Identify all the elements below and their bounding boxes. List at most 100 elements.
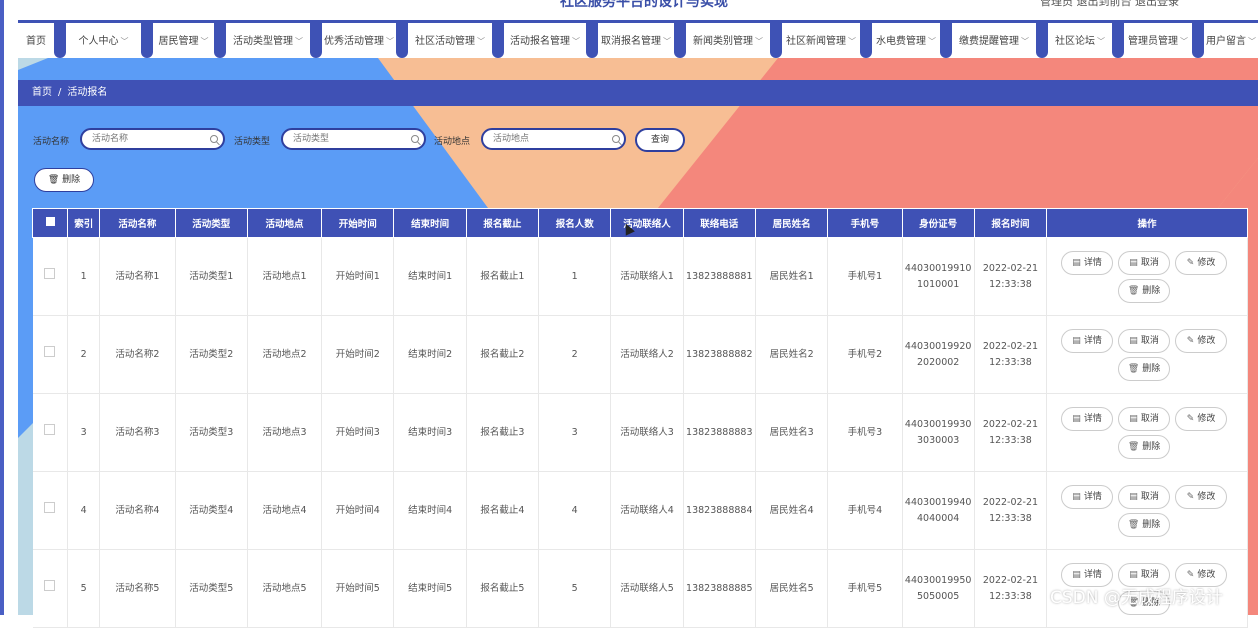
table-cell: 报名截止5 (466, 549, 540, 628)
table-cell: 结束时间5 (393, 549, 467, 628)
document-icon: ▤ (1129, 491, 1138, 502)
detail-button[interactable]: ▤ 详情 (1061, 406, 1114, 431)
table-cell: 2022-02-21 12:33:38 (974, 315, 1048, 394)
table-cell: 开始时间1 (321, 237, 395, 316)
delete-button[interactable]: 🗑 删除 (1118, 512, 1171, 537)
activity-type-input[interactable] (281, 128, 426, 150)
cancel-button[interactable]: ▤ 取消 (1118, 406, 1171, 431)
table-cell: 2022-02-21 12:33:38 (974, 393, 1048, 472)
nav-item-activity-types[interactable]: 活动类型管理 ﹀ (226, 26, 310, 58)
top-right-links[interactable]: 管理员 退出到前台 退出登录 (1040, 0, 1179, 9)
table-cell: 居民姓名1 (755, 237, 829, 316)
activity-type-label: 活动类型 (234, 137, 271, 147)
edit-button[interactable]: ✎ 修改 (1175, 328, 1228, 353)
chevron-down-icon: ﹀ (200, 37, 209, 46)
cancel-button[interactable]: ▤ 取消 (1118, 250, 1171, 275)
activity-place-input[interactable] (481, 128, 626, 150)
cancel-button[interactable]: ▤ 取消 (1118, 484, 1171, 509)
row-checkbox[interactable] (44, 346, 56, 357)
edit-button[interactable]: ✎ 修改 (1175, 250, 1228, 275)
detail-button[interactable]: ▤ 详情 (1061, 484, 1114, 509)
edit-button[interactable]: ✎ 修改 (1175, 484, 1228, 509)
table-cell: 居民姓名4 (755, 471, 829, 550)
trash-icon: 🗑 (1127, 519, 1140, 530)
delete-button[interactable]: 🗑 删除 (1118, 356, 1171, 381)
nav-separator (492, 23, 504, 58)
table-cell: 开始时间3 (321, 393, 395, 472)
nav-item-community-news[interactable]: 社区新闻管理 ﹀ (782, 26, 860, 58)
column-header: 居民姓名 (754, 208, 829, 238)
nav-separator (586, 23, 598, 58)
document-icon: ▤ (1129, 257, 1138, 268)
row-checkbox[interactable] (44, 268, 56, 279)
chevron-down-icon: ﹀ (1180, 37, 1188, 46)
activity-name-label: 活动名称 (33, 137, 70, 147)
nav-separator (1192, 23, 1204, 58)
column-header: 联络电话 (682, 208, 756, 238)
query-button[interactable]: 查询 (635, 128, 685, 152)
edit-button[interactable]: ✎ 修改 (1175, 406, 1228, 431)
nav-item-excellent-activities[interactable]: 优秀活动管理 ﹀ (322, 26, 396, 58)
cancel-button[interactable]: ▤ 取消 (1118, 328, 1171, 353)
row-checkbox[interactable] (44, 502, 56, 513)
trash-icon: 🗑 (1127, 363, 1140, 374)
document-icon: ▤ (1129, 413, 1138, 424)
nav-item-personal-center[interactable]: 个人中心 ﹀ (66, 26, 141, 58)
table-cell: 结束时间2 (393, 315, 467, 394)
bulk-delete-button[interactable]: 🗑 删除 (34, 168, 94, 192)
column-header: 活动地点 (246, 208, 323, 238)
nav-item-forum[interactable]: 社区论坛 ﹀ (1048, 26, 1112, 58)
row-checkbox[interactable] (44, 424, 56, 435)
document-icon: ▤ (1129, 569, 1138, 580)
trash-icon: 🗑 (47, 175, 60, 185)
table-cell: 3 (538, 393, 612, 472)
activity-name-input[interactable] (80, 128, 225, 150)
nav-item-activity-signup[interactable]: 活动报名管理 ﹀ (504, 26, 586, 58)
document-icon: ▤ (1072, 413, 1081, 424)
table-cell: 活动名称5 (99, 549, 176, 628)
table-cell: 结束时间4 (393, 471, 467, 550)
table-cell: 活动地点5 (247, 549, 323, 628)
nav-item-cancel-signup[interactable]: 取消报名管理 ﹀ (598, 26, 674, 58)
table-cell: 活动联络人5 (610, 549, 684, 628)
main-nav: 首页 个人中心 ﹀ 居民管理 ﹀ 活动类型管理 ﹀ 优秀活动管理 ﹀ 社区活动管理 ﹀ 活… (18, 20, 1258, 58)
table-cell: 13823888885 (683, 549, 756, 628)
table-cell: 活动地点3 (247, 393, 323, 472)
activity-place-label: 活动地点 (434, 137, 471, 147)
chevron-down-icon: ﹀ (572, 37, 580, 46)
table-cell: 活动地点1 (247, 237, 323, 316)
nav-item-news-categories[interactable]: 新闻类别管理 ﹀ (686, 26, 770, 58)
table-cell: 4 (67, 471, 101, 550)
delete-button[interactable]: 🗑 删除 (1118, 434, 1171, 459)
detail-button[interactable]: ▤ 详情 (1061, 250, 1114, 275)
nav-separator (54, 23, 66, 58)
breadcrumb-home[interactable]: 首页 (32, 87, 52, 98)
pencil-icon: ✎ (1186, 335, 1195, 346)
nav-item-payment-reminders[interactable]: 缴费提醒管理 ﹀ (952, 26, 1036, 58)
table-cell: 活动名称4 (99, 471, 176, 550)
row-checkbox[interactable] (44, 580, 56, 591)
chevron-down-icon: ﹀ (755, 37, 763, 46)
table-cell: 开始时间4 (321, 471, 395, 550)
column-header: 活动名称 (99, 208, 176, 238)
chevron-down-icon: ﹀ (848, 37, 856, 46)
delete-button[interactable]: 🗑 删除 (1118, 278, 1171, 303)
table-cell: 2022-02-21 12:33:38 (974, 237, 1048, 316)
detail-button[interactable]: ▤ 详情 (1061, 328, 1114, 353)
select-all-checkbox[interactable] (31, 208, 69, 238)
table-cell: 2 (67, 315, 101, 394)
nav-separator (310, 23, 322, 58)
table-row: 1 活动名称1 活动类型1 活动地点1 开始时间1 结束时间1 报名截止1 1 … (32, 237, 1248, 316)
pencil-icon: ✎ (1186, 257, 1195, 268)
table-cell: 440300199505050005 (902, 549, 975, 628)
nav-item-messages[interactable]: 用户留言 ﹀ (1204, 26, 1258, 58)
nav-separator (1036, 23, 1048, 58)
nav-item-home[interactable]: 首页 (18, 26, 54, 58)
watermark: CSDN @无成程序设计 (1050, 588, 1223, 608)
nav-item-utility-fees[interactable]: 水电费管理 ﹀ (872, 26, 940, 58)
nav-item-admins[interactable]: 管理员管理 ﹀ (1124, 26, 1192, 58)
table-cell: 手机号3 (827, 393, 903, 472)
nav-item-community-activities[interactable]: 社区活动管理 ﹀ (408, 26, 492, 58)
nav-item-residents[interactable]: 居民管理 ﹀ (153, 26, 214, 58)
table-cell: 手机号2 (827, 315, 903, 394)
